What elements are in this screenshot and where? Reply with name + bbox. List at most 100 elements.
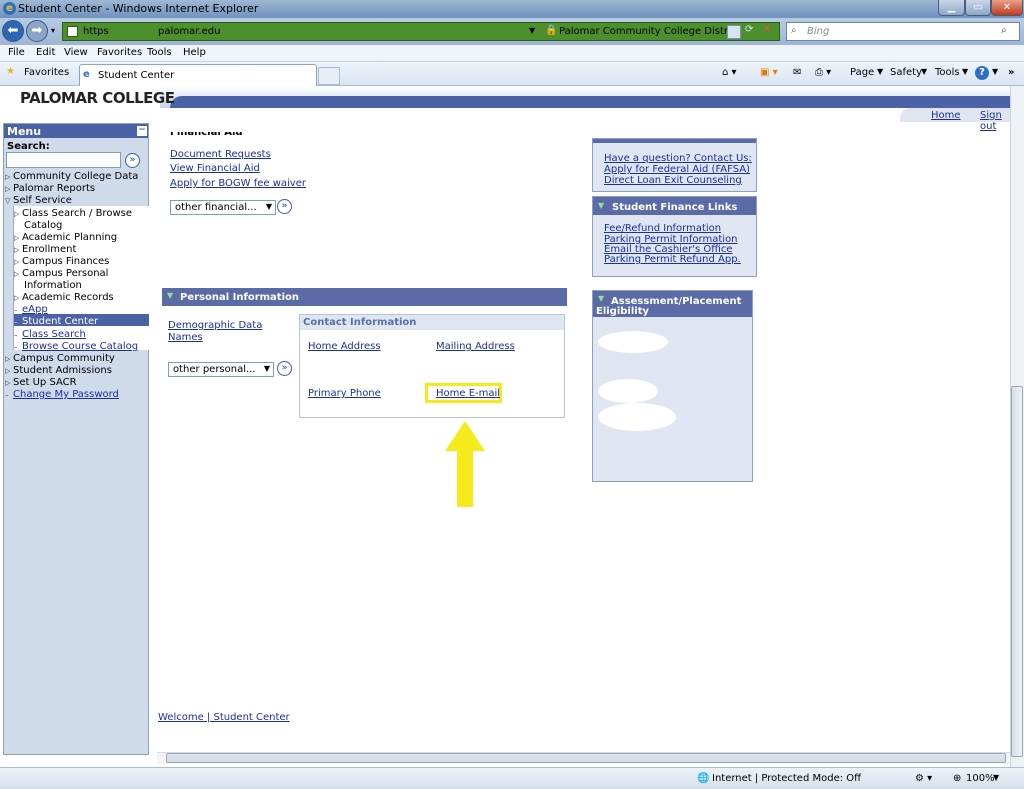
collapse-triangle-icon[interactable]: ▼ bbox=[598, 294, 604, 303]
personal-go-button[interactable]: » bbox=[277, 361, 292, 376]
lock-icon[interactable]: 🔒 bbox=[545, 25, 557, 36]
welcome-student-center-link[interactable]: Welcome | Student Center bbox=[158, 712, 290, 723]
menu-item-change-my-password[interactable]: – Change My Password bbox=[5, 389, 119, 400]
safety-menu[interactable]: Safety bbox=[890, 67, 922, 78]
security-zone-text[interactable]: Internet | Protected Mode: Off bbox=[712, 773, 861, 784]
menu-item-student-center[interactable]: – Student Center bbox=[14, 316, 98, 327]
contact-information-panel: Contact Information Home Address Mailing… bbox=[299, 314, 565, 418]
menu-item-class-search-browse[interactable]: ▷ Class Search / Browse bbox=[14, 208, 132, 219]
stop-icon[interactable]: ✕ bbox=[763, 24, 771, 35]
names-text: Names bbox=[168, 332, 203, 343]
menu-item-eapp[interactable]: – eApp bbox=[14, 304, 48, 315]
home-icon[interactable]: ⌂ ▾ bbox=[722, 67, 737, 78]
fee-refund-link[interactable]: Fee/Refund Information bbox=[604, 223, 721, 234]
document-requests-link[interactable]: Document Requests bbox=[170, 149, 271, 160]
parking-refund-link[interactable]: Parking Permit Refund App. bbox=[604, 254, 741, 265]
forward-button[interactable]: ➡ bbox=[26, 20, 48, 42]
menu-edit[interactable]: Edit bbox=[36, 47, 55, 58]
close-window-button[interactable]: ✕ bbox=[991, 0, 1023, 16]
menu-item-self-service[interactable]: ▽ Self Service bbox=[5, 195, 72, 206]
view-financial-aid-link[interactable]: View Financial Aid bbox=[170, 163, 260, 174]
primary-phone-link[interactable]: Primary Phone bbox=[308, 388, 381, 399]
vertical-scroll-thumb[interactable] bbox=[1011, 386, 1023, 757]
favorites-button[interactable]: Favorites bbox=[24, 67, 69, 78]
home-link[interactable]: Home bbox=[931, 110, 961, 121]
demographic-data-names-link[interactable]: Demographic Data Names bbox=[168, 320, 262, 343]
tab-student-center[interactable]: e Student Center bbox=[79, 64, 317, 86]
apply-bogw-link[interactable]: Apply for BOGW fee waiver bbox=[170, 178, 306, 189]
page-menu[interactable]: Page bbox=[850, 67, 874, 78]
collapse-icon: ▽ bbox=[5, 197, 11, 205]
security-certificate-label[interactable]: Palomar Community College Distri... bbox=[559, 26, 740, 37]
menu-item-campus-personal[interactable]: ▷ Campus Personal bbox=[14, 268, 108, 279]
menu-item-campus-finances[interactable]: ▷ Campus Finances bbox=[14, 256, 109, 267]
finances-go-button[interactable]: » bbox=[277, 199, 292, 214]
dash-icon: – bbox=[14, 306, 18, 314]
refresh-icon[interactable]: ⟳ bbox=[745, 24, 753, 35]
collapse-triangle-icon[interactable]: ▼ bbox=[167, 291, 173, 300]
menu-tools[interactable]: Tools bbox=[147, 47, 172, 58]
menu-item-browse-course-catalog[interactable]: – Browse Course Catalog bbox=[14, 341, 138, 352]
menu-help[interactable]: Help bbox=[183, 47, 206, 58]
financial-aid-links-header bbox=[593, 139, 756, 143]
menu-item-information[interactable]: Information bbox=[24, 280, 82, 291]
help-chevron-icon[interactable]: ▼ bbox=[992, 67, 998, 76]
contact-information-header: Contact Information bbox=[300, 315, 564, 330]
menu-item-student-admissions[interactable]: ▷ Student Admissions bbox=[5, 365, 112, 376]
compatibility-view-icon[interactable] bbox=[727, 25, 741, 39]
dash-icon: – bbox=[14, 343, 18, 351]
menu-item-academic-planning[interactable]: ▷ Academic Planning bbox=[14, 232, 117, 243]
search-go-icon[interactable]: ⌕ bbox=[1001, 25, 1007, 36]
contact-us-link[interactable]: Have a question? Contact Us: bbox=[604, 153, 752, 164]
minimize-button[interactable]: ▁ bbox=[938, 0, 965, 16]
menu-search-input[interactable] bbox=[6, 152, 121, 168]
more-commands-icon[interactable]: » bbox=[1008, 67, 1014, 78]
protected-mode-icon[interactable]: ⚙ ▾ bbox=[915, 773, 932, 784]
help-icon[interactable]: ? bbox=[975, 66, 989, 80]
address-dropdown-icon[interactable]: ▼ bbox=[529, 26, 535, 35]
collapse-menu-icon[interactable]: − bbox=[137, 126, 147, 136]
sign-out-link[interactable]: Sign out bbox=[980, 110, 1010, 132]
tools-menu[interactable]: Tools bbox=[935, 67, 960, 78]
menu-item-set-up-sacr[interactable]: ▷ Set Up SACR bbox=[5, 377, 77, 388]
favorites-star-icon: ★ bbox=[6, 66, 15, 77]
address-bar[interactable]: https palomar.edu ▼ 🔒 Palomar Community … bbox=[62, 22, 780, 41]
menu-item-academic-records[interactable]: ▷ Academic Records bbox=[14, 292, 114, 303]
menu-favorites[interactable]: Favorites bbox=[97, 47, 142, 58]
maximize-button[interactable]: ▭ bbox=[965, 0, 991, 16]
other-financial-dropdown[interactable]: other financial... ▼ bbox=[170, 200, 276, 215]
direct-loan-exit-link[interactable]: Direct Loan Exit Counseling bbox=[604, 175, 742, 186]
favorites-bar: ★ Favorites e Student Center ⌂ ▾ ▣ ▾ ✉ ⎙… bbox=[0, 62, 1024, 86]
other-personal-dropdown[interactable]: other personal... ▼ bbox=[168, 362, 274, 377]
student-finance-links-title: Student Finance Links bbox=[612, 202, 738, 213]
menu-search-go-button[interactable]: » bbox=[125, 153, 140, 168]
menu-view[interactable]: View bbox=[64, 47, 88, 58]
zoom-chevron-icon[interactable]: ▼ bbox=[993, 773, 999, 782]
search-box[interactable]: ⌕ Bing ⌕ bbox=[786, 22, 1020, 41]
menu-item-palomar-reports[interactable]: ▷ Palomar Reports bbox=[5, 183, 95, 194]
menu-item-community-college-data[interactable]: ▷ Community College Data bbox=[5, 171, 138, 182]
menu-item-catalog[interactable]: Catalog bbox=[24, 220, 62, 231]
student-finance-links-box: ▼ Student Finance Links Fee/Refund Infor… bbox=[592, 196, 757, 277]
menu-file[interactable]: File bbox=[8, 47, 25, 58]
home-email-link[interactable]: Home E-mail bbox=[436, 388, 500, 399]
fafsa-link[interactable]: Apply for Federal Aid (FAFSA) bbox=[604, 164, 750, 175]
back-button[interactable]: ⬅ bbox=[2, 20, 24, 42]
expand-icon: ▷ bbox=[14, 246, 20, 254]
menu-item-enrollment[interactable]: ▷ Enrollment bbox=[14, 244, 76, 255]
horizontal-scroll-thumb[interactable] bbox=[166, 753, 1006, 763]
zoom-level[interactable]: 100% bbox=[966, 773, 995, 784]
print-icon[interactable]: ⎙ ▾ bbox=[815, 67, 831, 78]
internet-globe-icon: 🌐 bbox=[697, 773, 710, 784]
menu-item-campus-community[interactable]: ▷ Campus Community bbox=[5, 353, 115, 364]
recent-pages-chevron-icon[interactable]: ▾ bbox=[51, 26, 55, 35]
new-tab-button[interactable] bbox=[318, 67, 340, 85]
home-address-link[interactable]: Home Address bbox=[308, 341, 381, 352]
mail-icon[interactable]: ✉ bbox=[793, 67, 801, 78]
dash-icon: – bbox=[14, 331, 18, 339]
collapse-triangle-icon[interactable]: ▼ bbox=[598, 201, 604, 210]
window-title-bar: e Student Center - Windows Internet Expl… bbox=[0, 0, 1024, 18]
mailing-address-link[interactable]: Mailing Address bbox=[436, 341, 515, 352]
menu-item-class-search[interactable]: – Class Search bbox=[14, 329, 86, 340]
feeds-icon[interactable]: ▣ ▾ bbox=[760, 67, 778, 78]
